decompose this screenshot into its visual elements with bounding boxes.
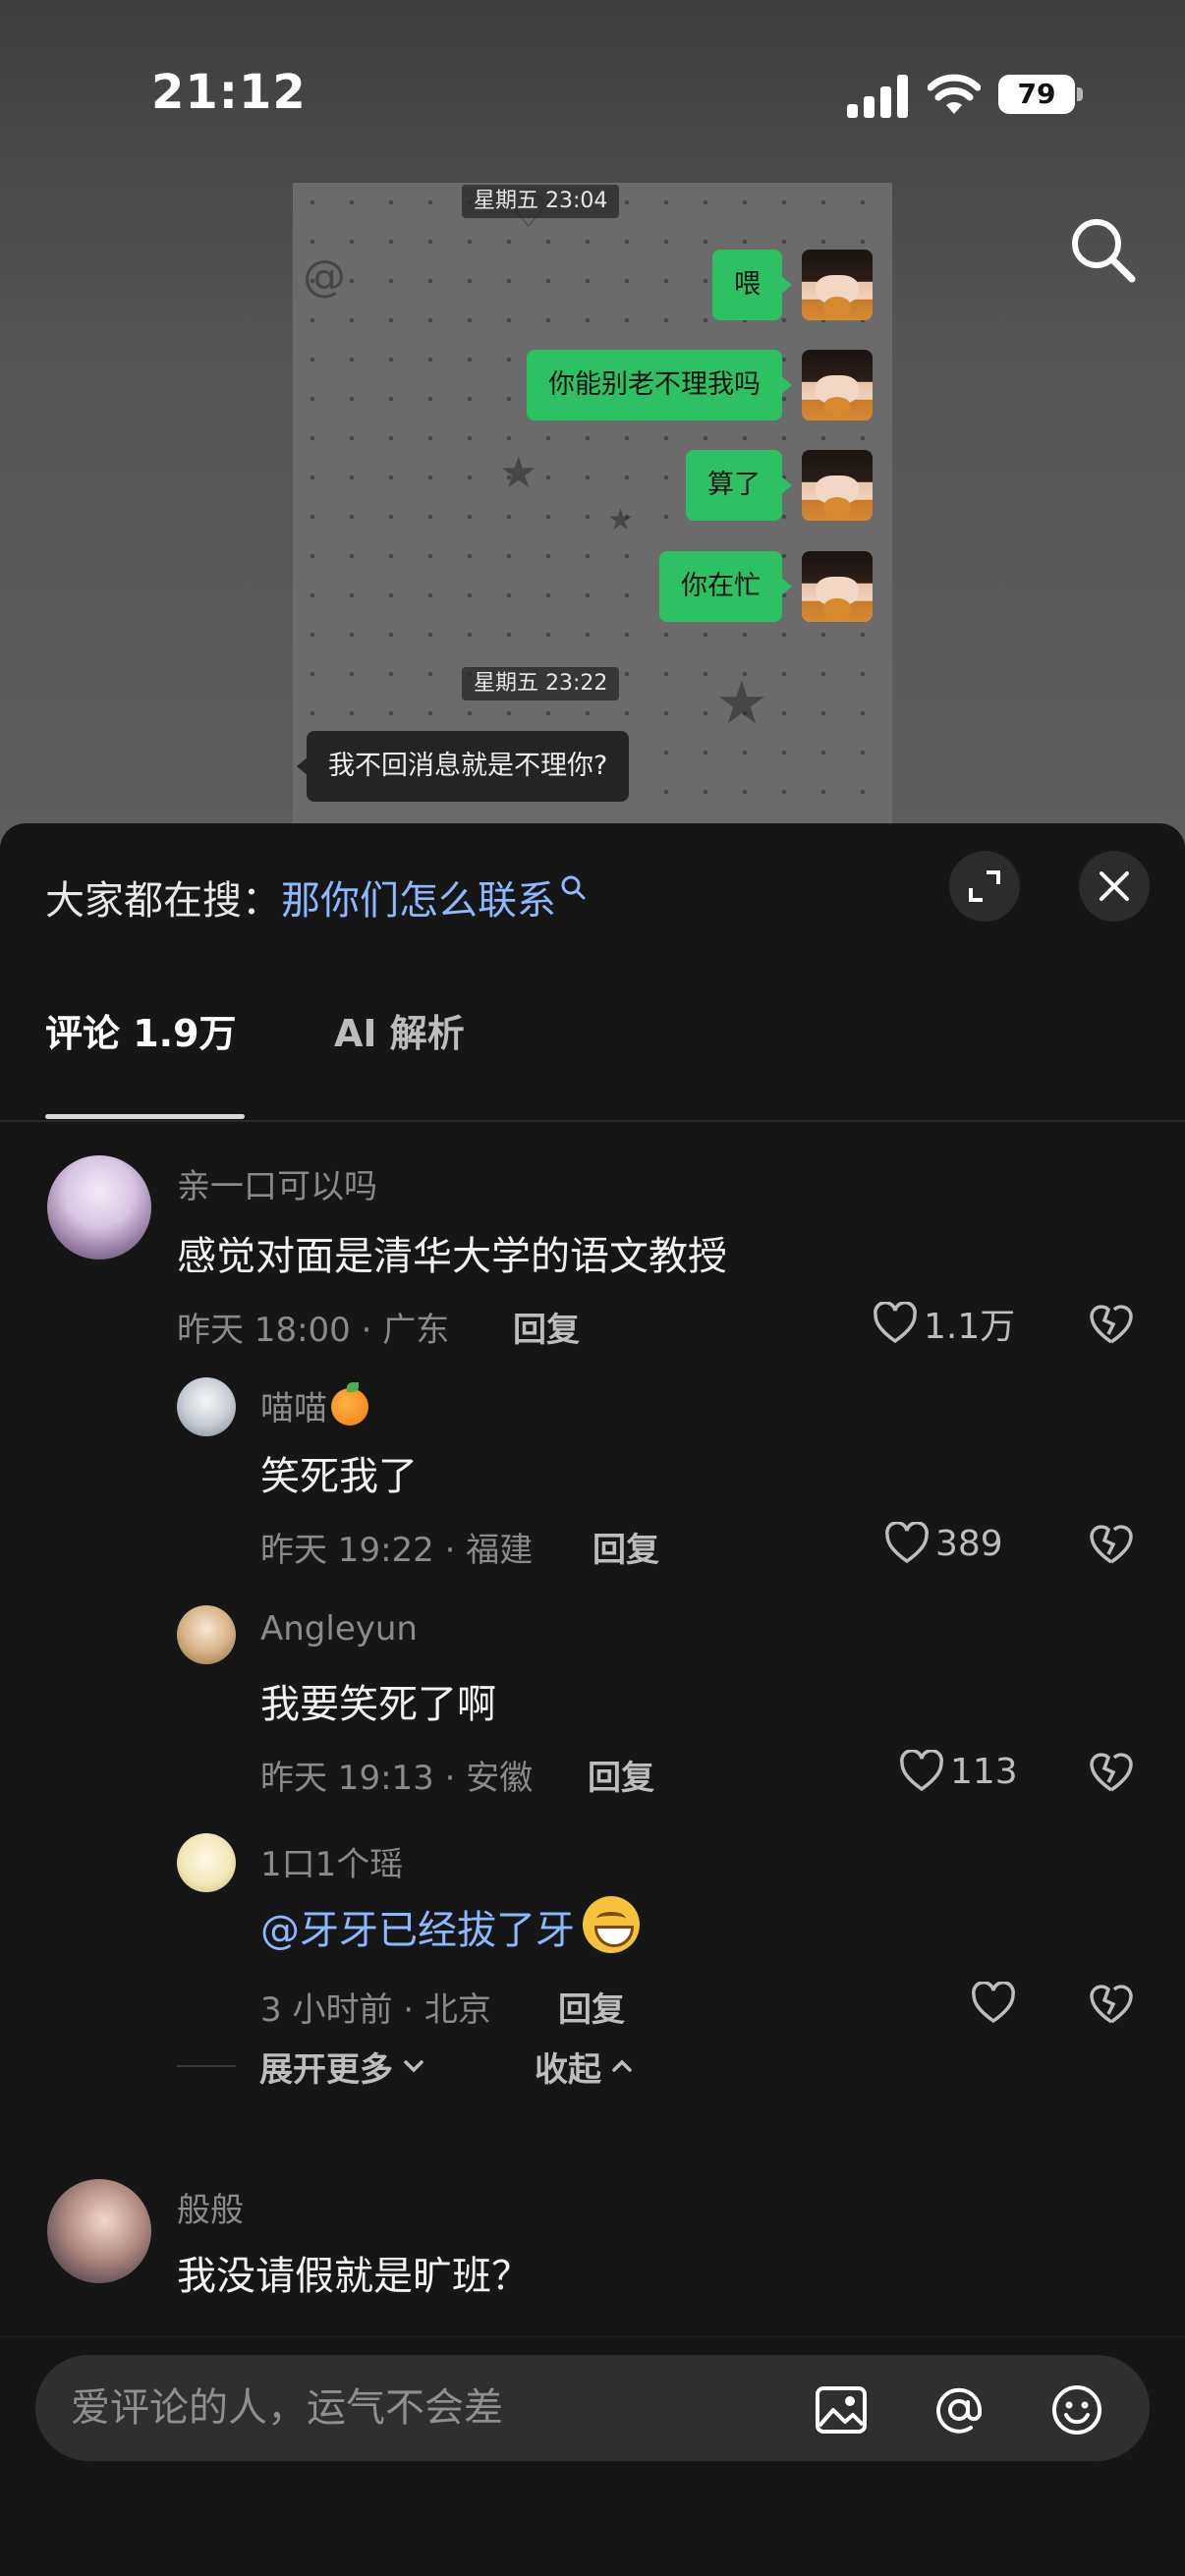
- dislike-icon[interactable]: [1087, 1519, 1136, 1568]
- chat-message-row: 你能别老不理我吗: [527, 350, 873, 420]
- collapse-button[interactable]: 收起: [535, 2043, 635, 2091]
- fullscreen-button[interactable]: [949, 851, 1020, 922]
- reply-button[interactable]: 回复: [588, 1751, 654, 1799]
- avatar[interactable]: [177, 1605, 236, 1664]
- chat-bubble-incoming: 我不回消息就是不理你?: [296, 731, 630, 802]
- expand-more-button[interactable]: 展开更多: [259, 2043, 426, 2091]
- comment-text: 笑死我了: [260, 1454, 418, 1499]
- like-count: 1.1万: [924, 1307, 1016, 1347]
- like-button[interactable]: 389: [884, 1519, 1003, 1568]
- replies-expand-row: 展开更多 收起: [177, 2042, 635, 2091]
- chat-avatar: [802, 450, 873, 521]
- hot-search-label: 大家都在搜：: [45, 878, 281, 924]
- orange-emoji-icon: [331, 1382, 368, 1426]
- avatar[interactable]: [177, 1377, 236, 1436]
- like-button[interactable]: 1.1万: [873, 1299, 1015, 1348]
- like-button[interactable]: 113: [899, 1747, 1018, 1796]
- chat-bubble-outgoing: 算了: [686, 450, 792, 521]
- comment-meta: 昨天 19:22 · 福建: [260, 1531, 534, 1570]
- like-count: 113: [950, 1751, 1018, 1792]
- heart-icon: [885, 1522, 929, 1564]
- emoji-icon[interactable]: [1049, 2382, 1104, 2437]
- comment-input-container: [35, 2355, 1150, 2461]
- comment-text: @牙牙已经拔了牙: [260, 1896, 640, 1955]
- avatar[interactable]: [177, 1833, 236, 1892]
- search-small-icon: [561, 875, 586, 900]
- chat-timestamp: 星期五 23:04: [462, 185, 620, 218]
- image-icon[interactable]: [814, 2382, 869, 2437]
- comment-input-bar: [0, 2336, 1185, 2576]
- reply-button[interactable]: 回复: [513, 1303, 580, 1351]
- chat-bubble-outgoing: 你能别老不理我吗: [527, 350, 792, 420]
- reply-button[interactable]: 回复: [592, 1523, 659, 1571]
- dislike-icon[interactable]: [1087, 1747, 1136, 1796]
- chat-timestamp: 星期五 23:22: [462, 667, 620, 700]
- heart-icon: [900, 1750, 943, 1792]
- doodle-star-icon: ★: [499, 448, 538, 498]
- expand-icon: [969, 870, 1000, 902]
- chevron-down-icon: [404, 2060, 423, 2073]
- tab-comments[interactable]: 评论 1.9万: [45, 990, 237, 1122]
- chat-avatar: [802, 551, 873, 622]
- comment-meta: 昨天 18:00 · 广东: [177, 1311, 450, 1350]
- cellular-signal-icon: [847, 75, 910, 118]
- video-preview[interactable]: @ ♡ ★ ★ ★ 星期五 23:04 喂 你能别老不理我吗 算了 你在忙 星期…: [0, 0, 1185, 845]
- like-button[interactable]: [971, 1979, 1022, 2028]
- battery-level: 79: [998, 75, 1075, 114]
- comment-meta: 3 小时前 · 北京: [260, 1990, 491, 2030]
- chat-avatar: [802, 250, 873, 320]
- close-button[interactable]: [1079, 851, 1150, 922]
- close-icon: [1100, 871, 1129, 901]
- chat-message-row: 你在忙: [659, 551, 873, 622]
- comment-text: 我要笑死了啊: [260, 1682, 496, 1727]
- tab-active-indicator: [45, 1114, 245, 1119]
- hot-search-bar[interactable]: 大家都在搜：那你们怎么联系: [45, 868, 586, 925]
- avatar[interactable]: [47, 2179, 151, 2283]
- status-time: 21:12: [151, 65, 307, 120]
- tab-bar: 评论 1.9万 AI 解析: [0, 990, 1185, 1122]
- chat-message-row: 喂: [712, 250, 873, 320]
- chat-bubble-outgoing: 你在忙: [659, 551, 792, 622]
- mention-link[interactable]: @牙牙已经拔了牙: [260, 1908, 575, 1953]
- battery-icon: 79: [998, 75, 1083, 114]
- grin-emoji-icon: [583, 1896, 640, 1953]
- comment-sheet: 大家都在搜：那你们怎么联系 评论 1.9万 AI 解析 亲一口可以吗 感觉对面是…: [0, 823, 1185, 2576]
- doodle-swirl-icon: @: [303, 252, 346, 302]
- comment-username[interactable]: Angleyun: [260, 1609, 418, 1649]
- comment-text: 感觉对面是清华大学的语文教授: [177, 1234, 727, 1279]
- status-bar: 21:12 79: [0, 0, 1185, 187]
- comment-text: 我没请假就是旷班？: [177, 2254, 531, 2299]
- dislike-icon[interactable]: [1087, 1299, 1136, 1348]
- heart-icon: [972, 1982, 1015, 2024]
- chat-screenshot: @ ♡ ★ ★ ★ 星期五 23:04 喂 你能别老不理我吗 算了 你在忙 星期…: [293, 183, 892, 845]
- comment-username[interactable]: 喵喵: [260, 1381, 368, 1429]
- chat-bubble-outgoing: 喂: [712, 250, 792, 320]
- doodle-star-icon: ★: [715, 669, 768, 738]
- at-mention-icon[interactable]: [931, 2382, 987, 2437]
- chevron-up-icon: [612, 2059, 632, 2072]
- doodle-star-icon: ★: [607, 503, 634, 537]
- chat-avatar: [802, 350, 873, 420]
- comment-username[interactable]: 亲一口可以吗: [177, 1159, 377, 1207]
- chat-message-row: 算了: [686, 450, 873, 521]
- divider: [177, 2065, 236, 2067]
- heart-icon: [874, 1302, 917, 1344]
- avatar[interactable]: [47, 1155, 151, 1260]
- search-icon[interactable]: [1067, 214, 1138, 285]
- reply-button[interactable]: 回复: [558, 1983, 625, 2031]
- tab-ai-analysis[interactable]: AI 解析: [334, 990, 465, 1122]
- comment-username[interactable]: 般般: [177, 2183, 244, 2231]
- hot-search-keyword[interactable]: 那你们怎么联系: [281, 878, 556, 924]
- like-count: 389: [935, 1523, 1003, 1564]
- comment-username[interactable]: 1口1个瑶: [260, 1837, 403, 1885]
- comment-input[interactable]: [71, 2355, 818, 2461]
- comment-meta: 昨天 19:13 · 安徽: [260, 1759, 534, 1798]
- dislike-icon[interactable]: [1087, 1979, 1136, 2028]
- wifi-icon: [928, 74, 981, 114]
